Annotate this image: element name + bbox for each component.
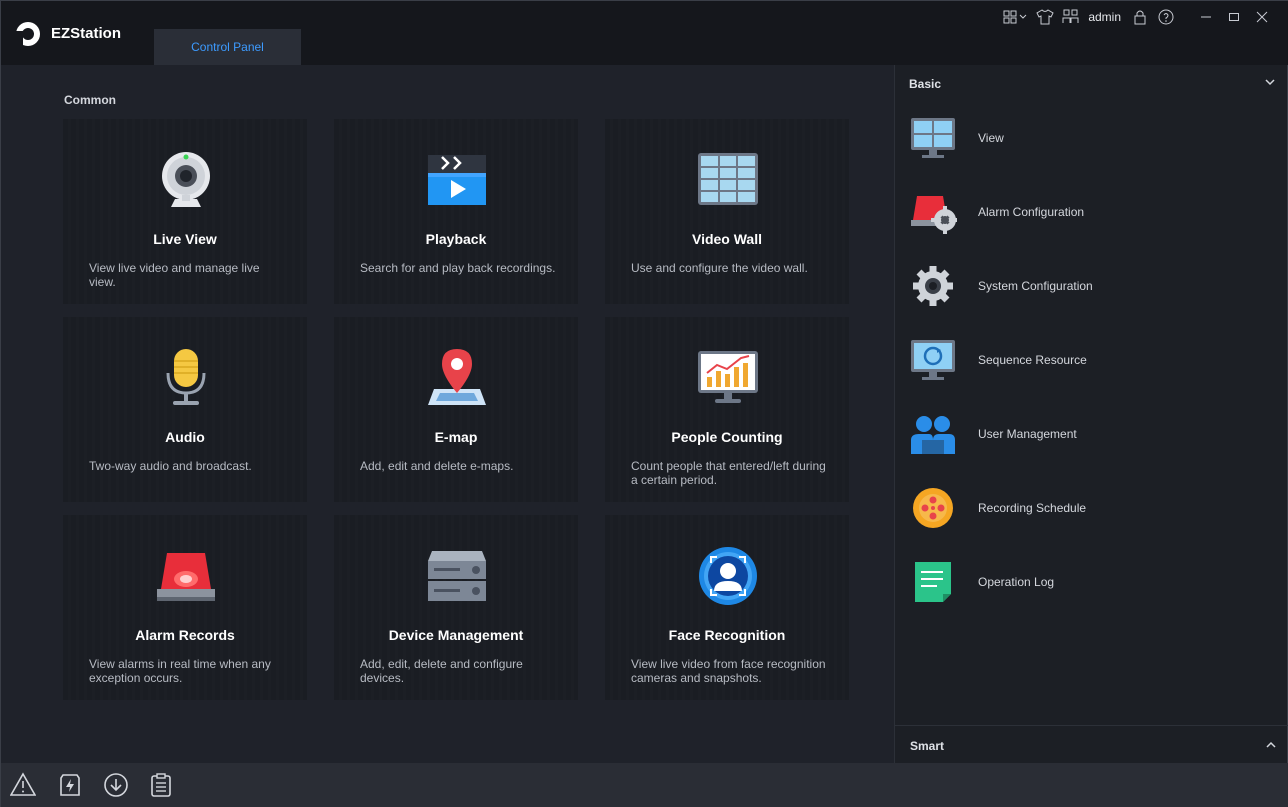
card-description: Add, edit and delete e-maps. bbox=[360, 459, 514, 473]
card-title: E-map bbox=[434, 429, 478, 445]
face-icon bbox=[699, 547, 757, 605]
side-item-view[interactable]: View bbox=[909, 113, 1279, 163]
alarm-light-icon bbox=[157, 553, 215, 601]
side-item-label: User Management bbox=[978, 427, 1077, 441]
card-description: Search for and play back recordings. bbox=[360, 261, 556, 275]
layout-grid-icon[interactable] bbox=[1002, 7, 1030, 27]
side-item-label: Operation Log bbox=[978, 575, 1055, 589]
close-button[interactable] bbox=[1249, 7, 1275, 27]
card-device-management[interactable]: Device Management Add, edit, delete and … bbox=[334, 515, 578, 700]
ezstation-logo-icon bbox=[15, 22, 40, 46]
card-title: Face Recognition bbox=[668, 627, 786, 643]
card-video-wall[interactable]: Video Wall Use and configure the video w… bbox=[605, 119, 849, 304]
card-title: Audio bbox=[165, 429, 205, 445]
card-description: Add, edit, delete and configure devices. bbox=[360, 657, 523, 685]
card-description: View live video and manage live view. bbox=[89, 261, 260, 289]
title-bar: EZStation Control Panel admin bbox=[1, 1, 1288, 65]
skin-shirt-icon[interactable] bbox=[1034, 7, 1056, 27]
bottom-toolbar bbox=[1, 763, 1288, 807]
chevron-up-icon[interactable] bbox=[1264, 738, 1278, 752]
view-monitor-icon bbox=[911, 118, 955, 158]
side-item-label: Alarm Configuration bbox=[978, 205, 1085, 219]
card-description: View alarms in real time when any except… bbox=[89, 657, 271, 685]
side-item-label: System Configuration bbox=[978, 279, 1093, 293]
side-item-label: Sequence Resource bbox=[978, 353, 1087, 367]
side-item-sequence-resource[interactable]: Sequence Resource bbox=[909, 335, 1279, 385]
app-window: EZStation Control Panel admin Common Liv… bbox=[0, 0, 1288, 807]
server-icon bbox=[428, 551, 486, 601]
current-user[interactable]: admin bbox=[1088, 10, 1121, 24]
card-title: Alarm Records bbox=[135, 627, 235, 643]
users-toolbar-icon[interactable] bbox=[1060, 7, 1082, 27]
titlebar-toolbar: admin bbox=[998, 7, 1275, 27]
app-name: EZStation bbox=[51, 25, 121, 42]
tab-control-panel[interactable]: Control Panel bbox=[154, 29, 301, 65]
playback-icon bbox=[428, 155, 486, 205]
side-item-system-configuration[interactable]: System Configuration bbox=[909, 261, 1279, 311]
webcam-icon bbox=[162, 152, 210, 207]
card-people-counting[interactable]: People Counting Count people that entere… bbox=[605, 317, 849, 502]
video-wall-icon bbox=[698, 153, 758, 205]
card-description: View live video from face recognition ca… bbox=[631, 657, 826, 685]
microphone-icon bbox=[166, 349, 206, 405]
section-header-basic: Basic bbox=[909, 77, 942, 91]
card-description: Count people that entered/left during a … bbox=[631, 459, 826, 487]
card-playback[interactable]: Playback Search for and play back record… bbox=[334, 119, 578, 304]
card-title: Device Management bbox=[388, 627, 524, 643]
warning-icon[interactable] bbox=[10, 772, 36, 798]
card-description: Two-way audio and broadcast. bbox=[89, 459, 252, 473]
gear-icon bbox=[913, 266, 953, 306]
card-live-view[interactable]: Live View View live video and manage liv… bbox=[63, 119, 307, 304]
film-reel-icon bbox=[913, 488, 953, 528]
card-e-map[interactable]: E-map Add, edit and delete e-maps. bbox=[334, 317, 578, 502]
map-pin-icon bbox=[428, 349, 486, 405]
card-description: Use and configure the video wall. bbox=[631, 261, 808, 275]
side-item-operation-log[interactable]: Operation Log bbox=[909, 557, 1279, 607]
side-item-label: View bbox=[978, 131, 1004, 145]
side-item-recording-schedule[interactable]: Recording Schedule bbox=[909, 483, 1279, 533]
section-header-smart-label: Smart bbox=[910, 739, 945, 753]
side-panel: Basic View Alarm Configuration System Co… bbox=[894, 65, 1288, 763]
chevron-down-icon[interactable] bbox=[1263, 75, 1277, 89]
users-icon bbox=[911, 416, 955, 454]
card-title: Live View bbox=[153, 231, 217, 247]
card-title: People Counting bbox=[671, 429, 783, 445]
side-item-alarm-configuration[interactable]: Alarm Configuration bbox=[909, 187, 1279, 237]
card-alarm-records[interactable]: Alarm Records View alarms in real time w… bbox=[63, 515, 307, 700]
lock-icon[interactable] bbox=[1129, 7, 1151, 27]
log-icon bbox=[915, 562, 951, 602]
alarm-config-icon bbox=[911, 196, 957, 234]
side-item-user-management[interactable]: User Management bbox=[909, 409, 1279, 459]
minimize-button[interactable] bbox=[1193, 7, 1219, 27]
help-icon[interactable] bbox=[1155, 7, 1177, 27]
chart-monitor-icon bbox=[698, 351, 758, 403]
sequence-monitor-icon bbox=[911, 340, 955, 380]
card-audio[interactable]: Audio Two-way audio and broadcast. bbox=[63, 317, 307, 502]
card-face-recognition[interactable]: Face Recognition View live video from fa… bbox=[605, 515, 849, 700]
section-title-common: Common bbox=[64, 93, 116, 107]
maximize-button[interactable] bbox=[1221, 7, 1247, 27]
main-panel: Common Live View View live video and man… bbox=[4, 65, 893, 763]
upgrade-icon[interactable] bbox=[57, 772, 83, 798]
task-list-icon[interactable] bbox=[148, 772, 174, 798]
card-title: Video Wall bbox=[691, 231, 762, 247]
card-title: Playback bbox=[425, 231, 487, 247]
side-item-label: Recording Schedule bbox=[978, 501, 1087, 515]
download-icon[interactable] bbox=[103, 772, 129, 798]
section-header-smart[interactable]: Smart bbox=[895, 725, 1288, 763]
